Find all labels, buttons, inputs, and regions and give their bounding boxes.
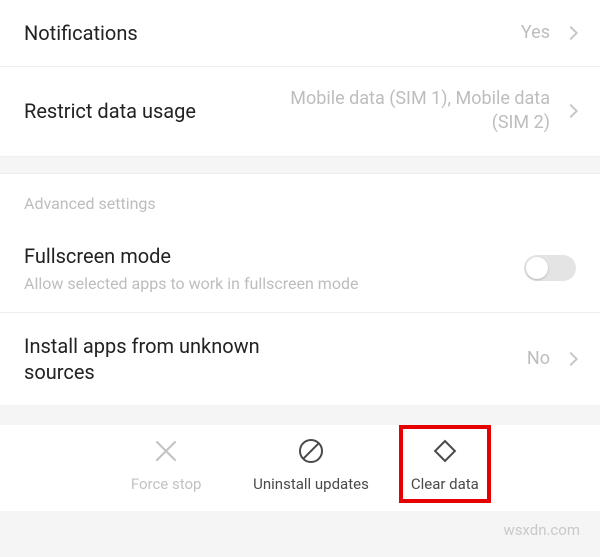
uninstall-updates-label: Uninstall updates bbox=[253, 475, 369, 493]
eraser-icon bbox=[429, 435, 461, 467]
restrict-data-label: Restrict data usage bbox=[24, 98, 196, 124]
advanced-settings-list: Fullscreen mode Allow selected apps to w… bbox=[0, 225, 600, 406]
unknown-sources-row[interactable]: Install apps from unknown sources No bbox=[0, 313, 600, 405]
fullscreen-switch[interactable] bbox=[524, 255, 576, 281]
notifications-value: Yes bbox=[521, 21, 550, 45]
clear-data-label: Clear data bbox=[411, 475, 479, 493]
prohibit-icon bbox=[295, 435, 327, 467]
unknown-sources-value: No bbox=[527, 347, 550, 371]
section-header-advanced: Advanced settings bbox=[0, 174, 600, 225]
section-gap bbox=[0, 156, 600, 174]
fullscreen-label: Fullscreen mode bbox=[24, 243, 524, 269]
chevron-right-icon bbox=[564, 26, 578, 40]
fullscreen-mode-row[interactable]: Fullscreen mode Allow selected apps to w… bbox=[0, 225, 600, 314]
chevron-right-icon bbox=[564, 104, 578, 118]
restrict-data-row[interactable]: Restrict data usage Mobile data (SIM 1),… bbox=[0, 67, 600, 156]
notifications-row[interactable]: Notifications Yes bbox=[0, 0, 600, 67]
settings-list: Notifications Yes Restrict data usage Mo… bbox=[0, 0, 600, 156]
force-stop-button[interactable]: Force stop bbox=[121, 435, 211, 493]
chevron-right-icon bbox=[564, 352, 578, 366]
watermark: wsxdn.com bbox=[503, 521, 580, 539]
force-stop-label: Force stop bbox=[131, 475, 202, 493]
uninstall-updates-button[interactable]: Uninstall updates bbox=[253, 435, 369, 493]
clear-data-button[interactable]: Clear data bbox=[399, 425, 491, 503]
fullscreen-sub: Allow selected apps to work in fullscree… bbox=[24, 273, 524, 295]
unknown-sources-label: Install apps from unknown sources bbox=[24, 333, 304, 385]
close-icon bbox=[150, 435, 182, 467]
notifications-label: Notifications bbox=[24, 20, 138, 46]
restrict-data-value: Mobile data (SIM 1), Mobile data (SIM 2) bbox=[290, 87, 550, 136]
bottom-action-bar: Force stop Uninstall updates Clear data bbox=[0, 425, 600, 511]
